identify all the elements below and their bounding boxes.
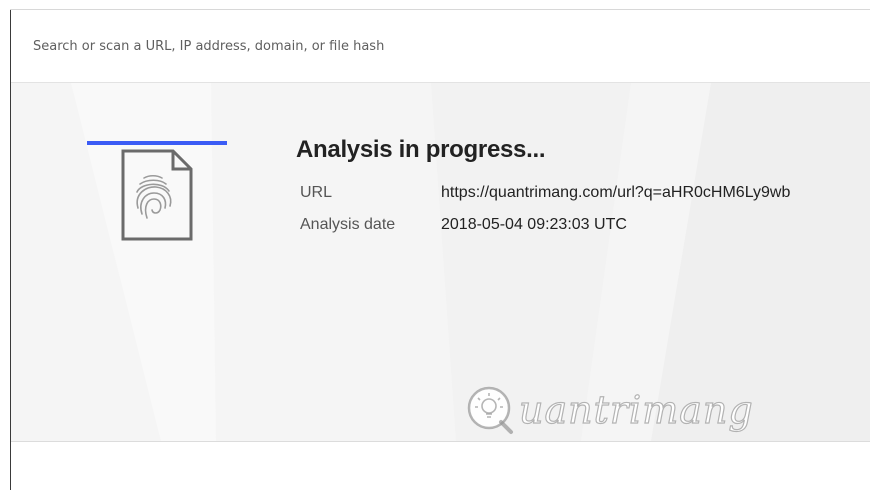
analysis-date-label: Analysis date bbox=[300, 216, 396, 233]
lightbulb-q-icon bbox=[467, 386, 513, 434]
watermark: uantrimang bbox=[465, 378, 754, 442]
fingerprint-file-icon bbox=[121, 149, 193, 241]
url-label: URL bbox=[300, 184, 333, 201]
search-bar bbox=[11, 10, 870, 83]
analysis-title: Analysis in progress... bbox=[296, 136, 546, 163]
watermark-text: uantrimang bbox=[518, 387, 754, 432]
analysis-date-value: 2018-05-04 09:23:03 UTC bbox=[441, 216, 627, 233]
url-value-link[interactable]: https://quantrimang.com/url?q=aHR0cHM6Ly… bbox=[441, 184, 790, 202]
search-input[interactable] bbox=[31, 30, 855, 62]
analysis-progress-bar bbox=[87, 141, 227, 145]
